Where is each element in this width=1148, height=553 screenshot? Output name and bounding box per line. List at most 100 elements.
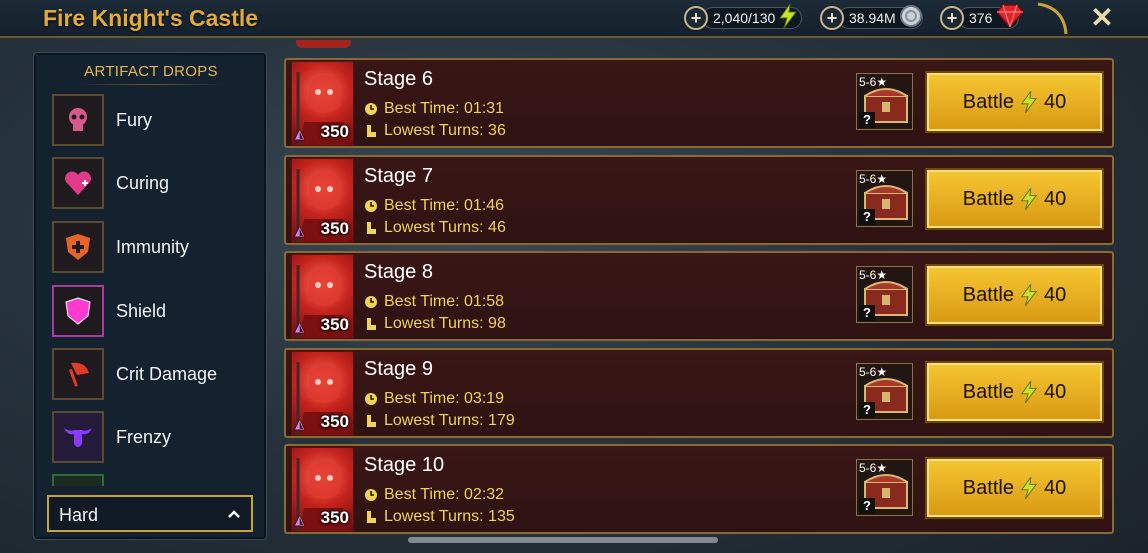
boss-level: 350 bbox=[320, 412, 349, 431]
boss-level: 350 bbox=[320, 508, 349, 527]
stage-name: Stage 7 bbox=[364, 165, 433, 187]
chest-stars: 5-6★ bbox=[859, 268, 888, 282]
immunity-shield-cross-icon bbox=[52, 221, 104, 273]
battle-button[interactable]: Battle 40 bbox=[927, 363, 1102, 421]
drop-item-shield[interactable]: Shield bbox=[52, 285, 252, 337]
heading-divider bbox=[74, 84, 228, 85]
unknown-reward-icon: ? bbox=[859, 305, 875, 321]
drop-item-label: Curing bbox=[116, 173, 170, 193]
stage-reward-chest[interactable]: 5-6★ ? bbox=[856, 459, 913, 516]
energy-cost: 40 bbox=[1043, 283, 1067, 306]
battle-button[interactable]: Battle 40 bbox=[927, 170, 1102, 228]
stage-name: Stage 9 bbox=[364, 358, 433, 380]
energy-cost: 40 bbox=[1043, 380, 1067, 403]
lowest-turns-text: Lowest Turns: 98 bbox=[384, 315, 506, 332]
best-time-text: Best Time: 01:46 bbox=[384, 197, 505, 214]
stage-reward-chest[interactable]: 5-6★ ? bbox=[856, 363, 913, 420]
best-time-text: Best Time: 02:32 bbox=[384, 486, 505, 503]
previous-stage-portrait-edge bbox=[296, 40, 351, 48]
chest-stars: 5-6★ bbox=[859, 461, 888, 475]
boss-portrait: ◭ 350 bbox=[291, 254, 354, 339]
chevron-up-icon bbox=[227, 507, 241, 525]
energy-bolt-icon bbox=[1020, 187, 1038, 211]
lowest-turns: Lowest Turns: 135 bbox=[364, 508, 515, 526]
boot-icon bbox=[364, 510, 378, 524]
drop-item-immunity[interactable]: Immunity bbox=[52, 221, 252, 273]
energy-bolt-icon bbox=[1020, 283, 1038, 307]
lowest-turns: Lowest Turns: 36 bbox=[364, 122, 506, 140]
unknown-reward-icon: ? bbox=[859, 402, 875, 418]
lowest-turns-text: Lowest Turns: 46 bbox=[384, 219, 506, 236]
unknown-reward-icon: ? bbox=[859, 209, 875, 225]
close-icon: ✕ bbox=[1090, 2, 1114, 33]
silver-coin-icon bbox=[899, 4, 923, 33]
boss-portrait: ◭ 350 bbox=[291, 447, 354, 532]
stage-reward-chest[interactable]: 5-6★ ? bbox=[856, 73, 913, 130]
horizontal-scrollbar[interactable] bbox=[408, 537, 718, 543]
battle-label: Battle bbox=[962, 283, 1014, 306]
boss-level: 350 bbox=[320, 315, 349, 334]
chest-stars: 5-6★ bbox=[859, 75, 888, 89]
clock-icon bbox=[364, 199, 378, 213]
drop-item-frenzy[interactable]: Frenzy bbox=[52, 411, 252, 463]
best-time: Best Time: 01:46 bbox=[364, 197, 504, 215]
battle-button[interactable]: Battle 40 bbox=[927, 266, 1102, 324]
artifact-drops-heading: ARTIFACT DROPS bbox=[84, 63, 218, 80]
stage-name: Stage 6 bbox=[364, 68, 433, 90]
battle-label: Battle bbox=[962, 380, 1014, 403]
boot-icon bbox=[364, 317, 378, 331]
battle-label: Battle bbox=[962, 476, 1014, 499]
add-energy-button[interactable]: + bbox=[684, 6, 708, 30]
stage-row: ◭ 350 Stage 8 Best Time: 01:58 Lowest Tu… bbox=[284, 251, 1114, 341]
chest-stars: 5-6★ bbox=[859, 172, 888, 186]
chest-stars: 5-6★ bbox=[859, 365, 888, 379]
battle-button[interactable]: Battle 40 bbox=[927, 73, 1102, 131]
curing-heart-icon bbox=[52, 157, 104, 209]
stage-reward-chest[interactable]: 5-6★ ? bbox=[856, 266, 913, 323]
stage-row: ◭ 350 Stage 6 Best Time: 01:31 Lowest Tu… bbox=[284, 58, 1114, 148]
affinity-icon: ◭ bbox=[295, 513, 305, 527]
battle-label: Battle bbox=[962, 187, 1014, 210]
lowest-turns: Lowest Turns: 179 bbox=[364, 412, 515, 430]
clock-icon bbox=[364, 295, 378, 309]
page-title: Fire Knight's Castle bbox=[43, 5, 259, 31]
battle-label: Battle bbox=[962, 90, 1014, 113]
lowest-turns: Lowest Turns: 98 bbox=[364, 315, 506, 333]
add-gems-button[interactable]: + bbox=[940, 6, 964, 30]
drop-item-fury[interactable]: Fury bbox=[52, 94, 252, 146]
boss-portrait: ◭ 350 bbox=[291, 351, 354, 436]
difficulty-select[interactable]: Hard bbox=[47, 495, 253, 532]
battle-button[interactable]: Battle 40 bbox=[927, 459, 1102, 517]
boot-icon bbox=[364, 124, 378, 138]
stage-row: ◭ 350 Stage 7 Best Time: 01:46 Lowest Tu… bbox=[284, 155, 1114, 245]
shield-icon bbox=[52, 285, 104, 337]
boss-level: 350 bbox=[320, 219, 349, 238]
boot-icon bbox=[364, 414, 378, 428]
affinity-icon: ◭ bbox=[295, 417, 305, 431]
energy-cost: 40 bbox=[1043, 476, 1067, 499]
boot-icon bbox=[364, 221, 378, 235]
bow-icon bbox=[1034, 2, 1070, 41]
lowest-turns-text: Lowest Turns: 36 bbox=[384, 122, 506, 139]
unknown-reward-icon: ? bbox=[859, 498, 875, 514]
stage-row: ◭ 350 Stage 9 Best Time: 03:19 Lowest Tu… bbox=[284, 348, 1114, 438]
clock-icon bbox=[364, 488, 378, 502]
drop-item-label: Crit Damage bbox=[116, 364, 218, 384]
best-time: Best Time: 01:58 bbox=[364, 293, 504, 311]
add-silver-button[interactable]: + bbox=[820, 6, 844, 30]
affinity-icon: ◭ bbox=[295, 320, 305, 334]
drop-item-label: Shield bbox=[116, 301, 167, 321]
drop-item-label: Fury bbox=[116, 110, 152, 130]
drop-item-crit-damage[interactable]: Crit Damage bbox=[52, 348, 252, 400]
lowest-turns-text: Lowest Turns: 135 bbox=[384, 508, 515, 525]
difficulty-value: Hard bbox=[59, 505, 99, 525]
stage-reward-chest[interactable]: 5-6★ ? bbox=[856, 170, 913, 227]
drop-item-curing[interactable]: Curing bbox=[52, 157, 252, 209]
frenzy-bull-icon bbox=[52, 411, 104, 463]
drop-item-label: Frenzy bbox=[116, 427, 172, 447]
best-time: Best Time: 01:31 bbox=[364, 100, 504, 118]
unknown-reward-icon: ? bbox=[859, 112, 875, 128]
stage-name: Stage 8 bbox=[364, 261, 433, 283]
best-time: Best Time: 03:19 bbox=[364, 390, 504, 408]
close-button[interactable]: ✕ bbox=[1088, 3, 1116, 33]
